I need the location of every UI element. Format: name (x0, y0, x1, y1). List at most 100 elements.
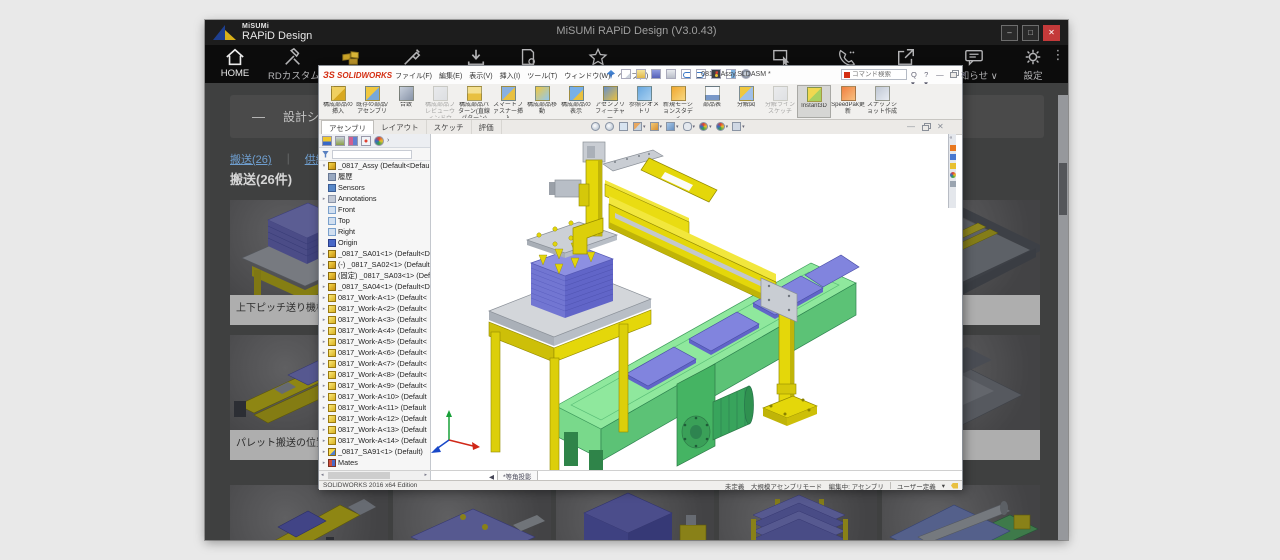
tree-horizontal-scrollbar[interactable]: ◂ ▸ (319, 471, 431, 480)
gallery-card[interactable] (556, 485, 714, 540)
nav-item-contact[interactable] (822, 47, 872, 67)
ribbon-button[interactable]: 分解図 (729, 85, 763, 118)
nav-item-unit-edit[interactable] (387, 47, 437, 67)
view-tool-button[interactable]: ▾ (683, 122, 696, 131)
menu-item[interactable]: 編集(E) (439, 71, 462, 81)
tree-expander-icon[interactable]: ▸ (321, 295, 327, 301)
gallery-card[interactable] (882, 485, 1040, 540)
nav-item-favorites[interactable] (573, 47, 623, 67)
feature-tree-item[interactable]: ▸ 0817_Work-A<4> (Default< (319, 325, 430, 336)
sw-resources-icon[interactable] (950, 145, 956, 151)
nav-item-more[interactable]: ⋮ (1050, 47, 1066, 63)
panel-tabs-overflow-icon[interactable]: › (387, 137, 389, 144)
ribbon-button[interactable]: SpeedPak更新 (831, 85, 865, 118)
command-tab[interactable]: 評価 (472, 120, 502, 134)
feature-manager-tab-icon[interactable] (322, 136, 332, 146)
feature-tree-item[interactable]: Sensors (319, 182, 430, 193)
doc-restore-button[interactable] (922, 123, 930, 130)
tree-expander-icon[interactable]: ▸ (321, 196, 327, 202)
tree-expander-icon[interactable]: ▸ (321, 317, 327, 323)
feature-tree-item[interactable]: ▸ 0817_Work-A<2> (Default< (319, 303, 430, 314)
feature-tree-item[interactable]: ▸ 0817_Work-A<5> (Default< (319, 336, 430, 347)
tree-expander-icon[interactable]: ▸ (321, 306, 327, 312)
gallery-card[interactable] (719, 485, 877, 540)
dimxpert-tab-icon[interactable] (361, 136, 371, 146)
maximize-button[interactable]: □ (1022, 25, 1039, 41)
ribbon-button[interactable]: スマートファスナー挿入 (491, 85, 525, 118)
sw-3d-viewport[interactable]: « (431, 134, 956, 470)
menu-item[interactable]: ファイル(F) (395, 71, 432, 81)
feature-tree-item[interactable]: ▸ _0817_SA04<1> (Default<D (319, 281, 430, 292)
configuration-manager-tab-icon[interactable] (348, 136, 358, 146)
doc-minimize-button[interactable]: — (907, 122, 915, 131)
tree-expander-icon[interactable]: ▸ (321, 251, 327, 257)
gallery-card[interactable] (393, 485, 551, 540)
ribbon-button[interactable]: 既存の部品/アセンブリ (355, 85, 389, 118)
view-tool-button[interactable]: ▾ (633, 122, 646, 131)
open-document-icon[interactable] (636, 69, 646, 79)
ribbon-button[interactable]: 構成部品の挿入 (321, 85, 355, 118)
collapse-icon[interactable]: — (252, 109, 265, 124)
tree-expander-icon[interactable]: ▸ (321, 262, 327, 268)
ribbon-button[interactable]: 合致 (389, 85, 423, 118)
feature-tree-item[interactable]: ▸ Annotations (319, 193, 430, 204)
feature-tree-item[interactable]: ▸ 0817_Work-A<14> (Default (319, 435, 430, 446)
gallery-card[interactable] (230, 485, 388, 540)
tree-expander-icon[interactable]: ▸ (321, 350, 327, 356)
units-selector[interactable]: ユーザー定義 (897, 481, 936, 491)
task-pane-expand-icon[interactable]: « (950, 136, 956, 142)
feature-tree-item[interactable]: ▸ Mates (319, 457, 430, 468)
view-tool-button[interactable]: ▾ (716, 122, 729, 131)
gallery-scrollbar[interactable] (1058, 95, 1068, 540)
ribbon-button[interactable]: Instant3D (797, 85, 831, 118)
tree-expander-icon[interactable]: ▸ (321, 339, 327, 345)
menu-item[interactable]: ウィンドウ(W) (564, 71, 610, 81)
ribbon-button[interactable]: アセンブリフィーチャー (593, 85, 627, 118)
tree-expander-icon[interactable]: ▸ (321, 383, 327, 389)
nav-item-design-scene[interactable] (326, 47, 376, 67)
nav-item-share[interactable] (881, 47, 931, 67)
filter-funnel-icon[interactable] (322, 151, 329, 158)
tree-expander-icon[interactable]: ▸ (321, 416, 327, 422)
feature-tree-item[interactable]: ▸ 0817_Work-A<10> (Default (319, 391, 430, 402)
command-search-box[interactable] (841, 69, 907, 80)
feature-tree-item[interactable]: 履歴 (319, 171, 430, 182)
close-button[interactable]: ✕ (1043, 25, 1060, 41)
sw-restore-icon[interactable] (950, 70, 955, 77)
custom-properties-icon[interactable] (950, 181, 956, 187)
property-manager-tab-icon[interactable] (335, 136, 345, 146)
feature-tree-item[interactable]: ▸ 0817_Work-A<3> (Default< (319, 314, 430, 325)
feature-tree-item[interactable]: ▸ _0817_SA91<1> (Default) (319, 446, 430, 457)
feature-tree-item[interactable]: ▸ (-) _0817_SA02<1> (Default (319, 259, 430, 270)
feature-tree-item[interactable]: ▸ _0817_SA01<1> (Default<D (319, 248, 430, 259)
tree-expander-icon[interactable]: ▸ (321, 372, 327, 378)
ribbon-button[interactable]: 参照ジオメトリ (627, 85, 661, 118)
tree-expander-icon[interactable]: ▸ (321, 284, 327, 290)
feature-tree-item[interactable]: ▸ 0817_Work-A<12> (Default (319, 413, 430, 424)
view-tool-button[interactable]: ▾ (650, 122, 663, 131)
command-tab[interactable]: アセンブリ (321, 120, 374, 134)
feature-tree-item[interactable]: ▸ 0817_Work-A<8> (Default< (319, 369, 430, 380)
view-tool-button[interactable]: ▾ (666, 122, 679, 131)
feature-tree-item[interactable]: ▸ (固定) _0817_SA03<1> (Def (319, 270, 430, 281)
scroll-left-icon[interactable]: ◂ (321, 472, 324, 478)
tree-expander-icon[interactable]: ▸ (321, 394, 327, 400)
nav-item-home[interactable]: HOME (210, 47, 260, 79)
view-tool-button[interactable]: ▾ (699, 122, 712, 131)
tag-icon[interactable] (951, 483, 958, 489)
tree-expander-icon[interactable]: ▾ (321, 163, 327, 169)
ribbon-button[interactable]: 部品表 (695, 85, 729, 118)
feature-tree-item[interactable]: ▾ _0817_Assy (Default<Default_D (319, 160, 430, 171)
file-explorer-icon[interactable] (950, 163, 956, 169)
units-caret-icon[interactable]: ▾ (942, 482, 945, 490)
menu-item[interactable]: 表示(V) (469, 71, 492, 81)
menu-item[interactable]: 挿入(I) (500, 71, 521, 81)
hscroll-thumb[interactable] (328, 472, 390, 479)
nav-item-rd-custom[interactable]: RDカスタム (268, 47, 318, 82)
view-tool-button[interactable] (591, 122, 601, 131)
minimize-button[interactable]: – (1001, 25, 1018, 41)
menu-item[interactable]: ツール(T) (527, 71, 557, 81)
ribbon-button[interactable]: 構成部品の表示 (559, 85, 593, 118)
tree-expander-icon[interactable]: ▸ (321, 449, 327, 455)
tree-expander-icon[interactable]: ▸ (321, 460, 327, 466)
